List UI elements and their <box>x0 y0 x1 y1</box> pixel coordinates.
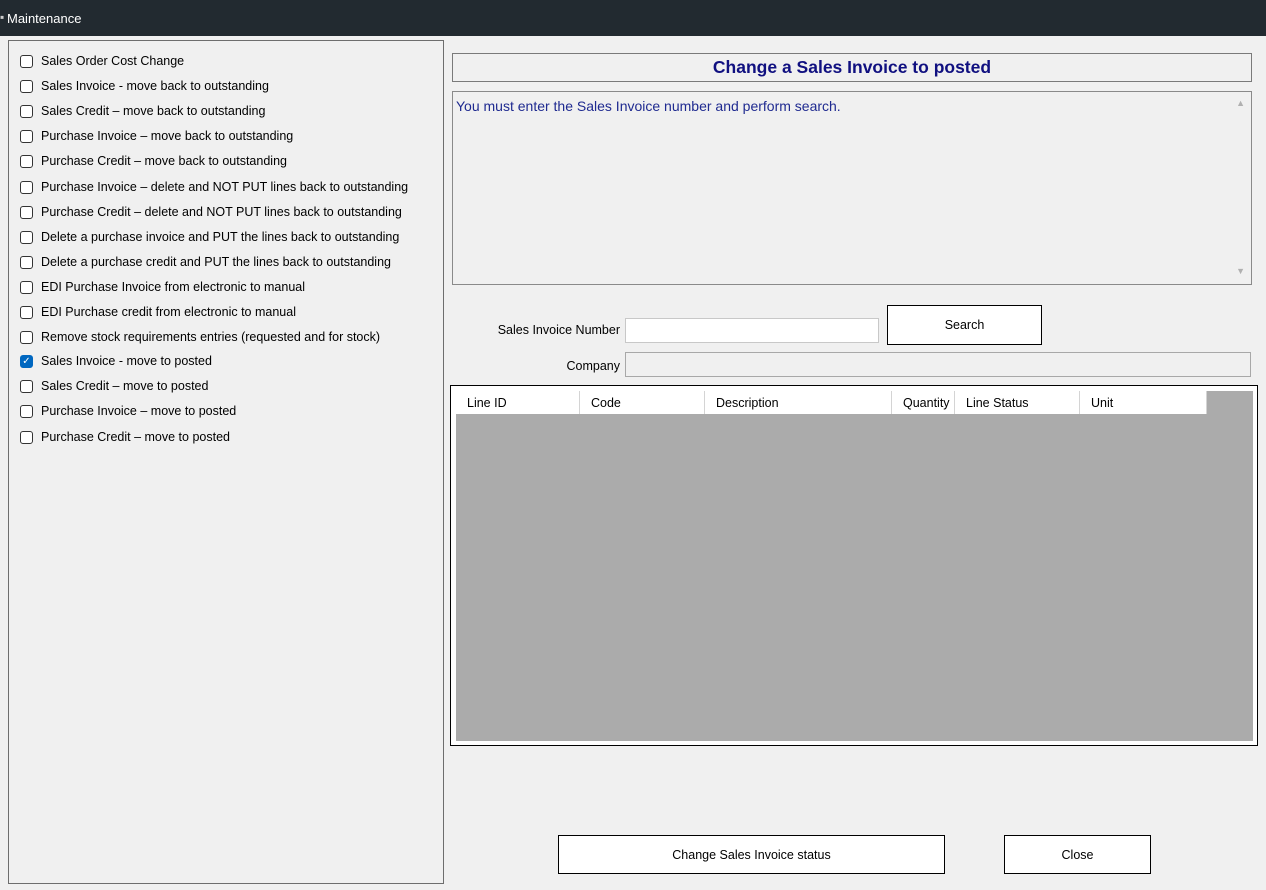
option-item[interactable]: EDI Purchase credit from electronic to m… <box>20 302 296 322</box>
scroll-down-arrow-icon[interactable]: ▼ <box>1236 266 1245 276</box>
options-panel: Sales Order Cost Change Sales Invoice - m… <box>8 40 444 884</box>
option-label: Remove stock requirements entries (reque… <box>41 330 381 344</box>
checkbox-icon[interactable] <box>20 280 33 294</box>
option-item[interactable]: Sales Order Cost Change <box>20 51 184 71</box>
checkbox-icon[interactable] <box>20 79 33 93</box>
message-box[interactable]: You must enter the Sales Invoice number … <box>452 91 1252 285</box>
column-header[interactable]: Line ID <box>456 391 580 414</box>
checkbox-icon[interactable] <box>20 205 33 219</box>
option-label: Purchase Credit – delete and NOT PUT lin… <box>41 205 402 219</box>
checkbox-icon[interactable] <box>20 104 33 118</box>
checkbox-icon[interactable] <box>20 129 33 143</box>
option-item[interactable]: Remove stock requirements entries (reque… <box>20 327 380 347</box>
option-label: Sales Credit – move to posted <box>41 379 209 393</box>
option-item[interactable]: Purchase Credit – move back to outstandi… <box>20 151 287 171</box>
close-button[interactable]: Close <box>1004 835 1151 874</box>
option-label: Purchase Invoice – move back to outstand… <box>41 129 294 143</box>
checkbox-icon[interactable] <box>20 430 33 444</box>
checkbox-checked-icon[interactable]: ✓ <box>20 354 33 368</box>
invoice-number-label: Sales Invoice Number <box>497 323 620 337</box>
search-button[interactable]: Search <box>887 305 1042 345</box>
column-header[interactable]: Unit <box>1080 391 1207 414</box>
option-item[interactable]: Sales Invoice - move back to outstanding <box>20 76 269 96</box>
panel-heading: Change a Sales Invoice to posted <box>452 53 1252 82</box>
option-label: Purchase Credit – move to posted <box>41 430 230 444</box>
column-header[interactable]: Quantity <box>892 391 955 414</box>
app-icon: ▪ <box>0 11 4 23</box>
message-text: You must enter the Sales Invoice number … <box>456 98 841 114</box>
checkbox-icon[interactable] <box>20 305 33 319</box>
option-label: Sales Invoice - move back to outstanding <box>41 79 269 93</box>
option-item[interactable]: ✓ Sales Invoice - move to posted <box>20 351 212 371</box>
option-label: EDI Purchase credit from electronic to m… <box>41 305 296 319</box>
grid-body[interactable] <box>456 391 1253 741</box>
window-title: Maintenance <box>7 11 82 26</box>
option-item[interactable]: Purchase Invoice – move to posted <box>20 401 236 421</box>
option-label: Sales Credit – move back to outstanding <box>41 104 266 118</box>
invoice-number-input[interactable] <box>625 318 879 343</box>
option-label: Purchase Credit – move back to outstandi… <box>41 154 287 168</box>
checkbox-icon[interactable] <box>20 54 33 68</box>
option-item[interactable]: Sales Credit – move to posted <box>20 376 208 396</box>
option-item[interactable]: Delete a purchase credit and PUT the lin… <box>20 252 391 272</box>
title-bar: ▪ Maintenance <box>0 0 1266 36</box>
option-item[interactable]: EDI Purchase Invoice from electronic to … <box>20 277 305 297</box>
change-status-button[interactable]: Change Sales Invoice status <box>558 835 945 874</box>
checkbox-icon[interactable] <box>20 379 33 393</box>
checkbox-icon[interactable] <box>20 154 33 168</box>
column-header[interactable]: Line Status <box>955 391 1080 414</box>
option-item[interactable]: Purchase Credit – move to posted <box>20 427 230 447</box>
option-item[interactable]: Purchase Credit – delete and NOT PUT lin… <box>20 202 402 222</box>
option-item[interactable]: Purchase Invoice – delete and NOT PUT li… <box>20 177 408 197</box>
company-label: Company <box>566 359 621 373</box>
option-label: Delete a purchase credit and PUT the lin… <box>41 255 391 269</box>
option-label: Purchase Invoice – move to posted <box>41 404 237 418</box>
checkbox-icon[interactable] <box>20 404 33 418</box>
option-item[interactable]: Purchase Invoice – move back to outstand… <box>20 126 293 146</box>
option-item[interactable]: Sales Credit – move back to outstanding <box>20 101 265 121</box>
option-label: Purchase Invoice – delete and NOT PUT li… <box>41 180 409 194</box>
checkbox-icon[interactable] <box>20 330 33 344</box>
scroll-up-arrow-icon[interactable]: ▲ <box>1236 98 1245 108</box>
checkbox-icon[interactable] <box>20 180 33 194</box>
option-item[interactable]: Delete a purchase invoice and PUT the li… <box>20 227 399 247</box>
column-header[interactable]: Description <box>705 391 892 414</box>
checkbox-icon[interactable] <box>20 255 33 269</box>
option-label: Sales Order Cost Change <box>41 54 185 68</box>
option-label: EDI Purchase Invoice from electronic to … <box>41 280 306 294</box>
company-field <box>625 352 1251 377</box>
option-label: Sales Invoice - move to posted <box>41 354 212 368</box>
option-label: Delete a purchase invoice and PUT the li… <box>41 230 400 244</box>
checkbox-icon[interactable] <box>20 230 33 244</box>
column-header[interactable]: Code <box>580 391 705 414</box>
